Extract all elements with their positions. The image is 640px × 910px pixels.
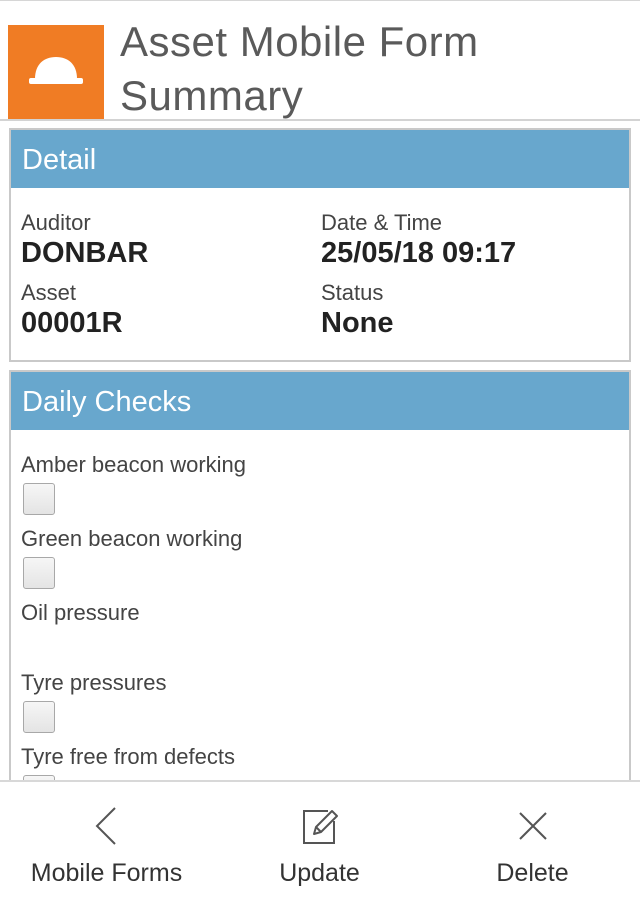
datetime-value: 25/05/18 09:17	[321, 237, 517, 269]
page-title-line2: Summary	[120, 72, 304, 119]
daily-checks-panel: Daily Checks Amber beacon working Green …	[9, 370, 631, 780]
delete-label: Delete	[496, 859, 569, 887]
mobile-forms-label: Mobile Forms	[30, 859, 183, 887]
check-label: Tyre free from defects	[21, 744, 235, 769]
check-item-green-beacon: Green beacon working	[21, 526, 629, 600]
asset-label: Asset	[21, 280, 77, 305]
check-label: Amber beacon working	[21, 452, 247, 477]
status-field: Status None	[321, 280, 394, 340]
daily-checks-heading: Daily Checks	[11, 372, 629, 430]
app-logo	[8, 25, 104, 119]
amber-beacon-checkbox[interactable]	[23, 483, 55, 515]
check-item-amber-beacon: Amber beacon working	[21, 452, 629, 526]
delete-button[interactable]: Delete	[426, 782, 639, 910]
close-icon	[518, 812, 547, 840]
mobile-forms-button[interactable]: Mobile Forms	[0, 782, 213, 910]
tyre-pressures-checkbox[interactable]	[23, 701, 55, 733]
page-title: Asset Mobile Form Summary	[120, 15, 630, 123]
check-label: Tyre pressures	[21, 670, 167, 695]
green-beacon-checkbox[interactable]	[23, 557, 55, 589]
status-label: Status	[321, 280, 384, 305]
header-divider	[0, 119, 640, 121]
asset-field: Asset 00001R	[21, 280, 123, 340]
check-label: Oil pressure	[21, 600, 140, 625]
edit-icon	[302, 810, 338, 844]
auditor-field: Auditor DONBAR	[21, 210, 148, 270]
detail-panel: Detail Auditor DONBAR Date & Time 25/05/…	[9, 128, 631, 362]
page-title-line1: Asset Mobile Form	[120, 18, 479, 65]
auditor-label: Auditor	[21, 210, 91, 235]
datetime-field: Date & Time 25/05/18 09:17	[321, 210, 516, 270]
chevron-left-icon	[95, 807, 116, 845]
datetime-label: Date & Time	[321, 210, 443, 235]
asset-value: 00001R	[21, 307, 123, 339]
status-value: None	[321, 307, 394, 339]
update-button[interactable]: Update	[213, 782, 426, 910]
hard-hat-icon	[29, 57, 83, 84]
bottom-toolbar: Mobile Forms Update Delete	[0, 780, 640, 910]
detail-panel-heading: Detail	[11, 130, 629, 188]
check-item-tyre-defects: Tyre free from defects	[21, 744, 629, 780]
check-label: Green beacon working	[21, 526, 243, 551]
page-header: Asset Mobile Form Summary	[0, 0, 640, 123]
auditor-value: DONBAR	[21, 237, 149, 269]
daily-checks-list: Amber beacon working Green beacon workin…	[11, 430, 629, 780]
update-label: Update	[279, 859, 360, 887]
detail-fields: Auditor DONBAR Date & Time 25/05/18 09:1…	[11, 188, 629, 360]
check-item-tyre-pressures: Tyre pressures	[21, 670, 629, 744]
check-item-oil-pressure: Oil pressure	[21, 600, 629, 670]
